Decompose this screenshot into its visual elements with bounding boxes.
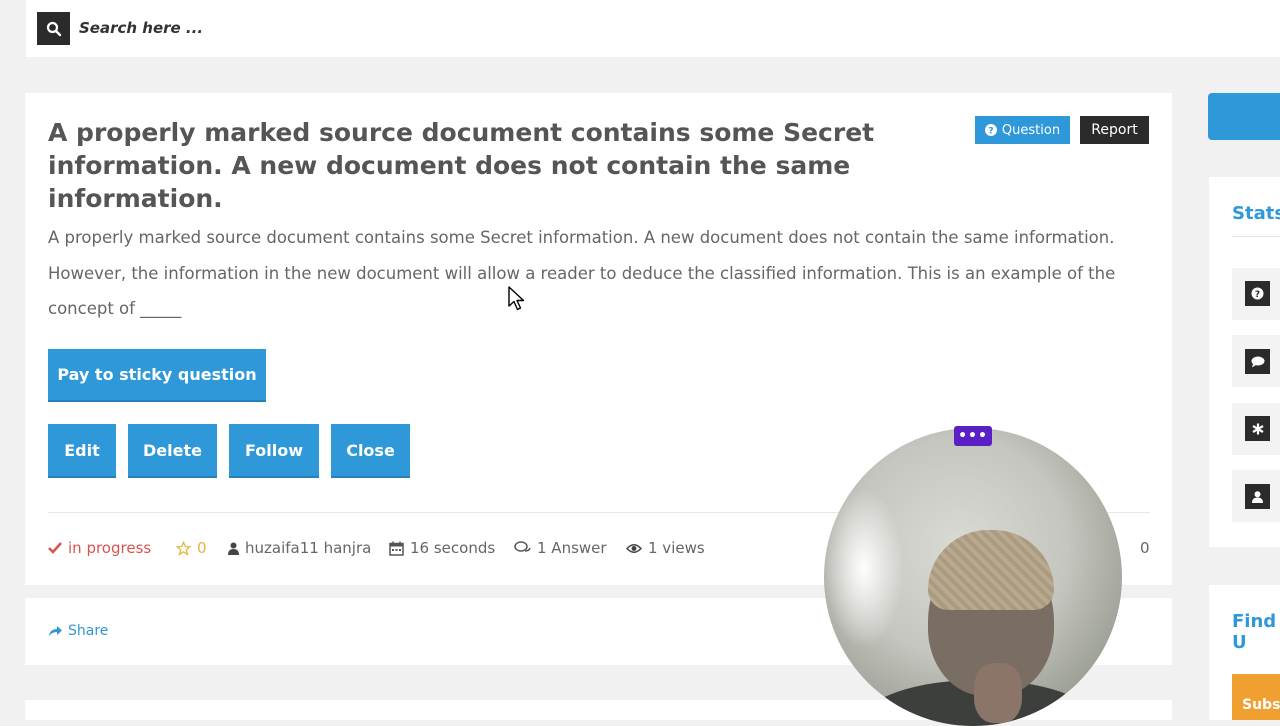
- question-icon: ?: [1245, 281, 1270, 306]
- answers-meta[interactable]: 1 Answer: [514, 538, 607, 558]
- asterisk-icon: [1245, 416, 1270, 441]
- share-label: Share: [68, 623, 109, 639]
- question-circle-icon: ?: [984, 124, 997, 137]
- views-label: 1 views: [648, 539, 705, 557]
- search-icon: [46, 21, 61, 36]
- time-label: 16 seconds: [410, 539, 496, 557]
- question-badge-label: Question: [1001, 122, 1061, 138]
- pay-to-sticky-button[interactable]: Pay to sticky question: [48, 349, 266, 400]
- webcam-menu-button[interactable]: •••: [954, 426, 992, 446]
- svg-text:?: ?: [1255, 290, 1260, 300]
- author-name: huzaifa11 hanjra: [245, 539, 372, 557]
- user-icon: [228, 542, 239, 555]
- svg-text:?: ?: [988, 127, 993, 137]
- close-button[interactable]: Close: [331, 424, 410, 476]
- question-badge[interactable]: ? Question: [975, 116, 1070, 144]
- search-button[interactable]: [37, 12, 70, 45]
- comment-icon: [1245, 349, 1270, 374]
- question-title: A properly marked source document contai…: [48, 118, 875, 213]
- edit-button[interactable]: Edit: [48, 424, 116, 476]
- stats-title: Stats: [1232, 203, 1280, 224]
- search-input[interactable]: Search here ...: [79, 19, 203, 37]
- stats-divider: [1232, 236, 1280, 237]
- vote-count: 0: [1140, 539, 1150, 557]
- find-us-title: Find U: [1232, 611, 1277, 653]
- webcam-person-hat: [928, 530, 1054, 610]
- comments-icon: [514, 541, 531, 552]
- share-icon: [49, 626, 62, 636]
- webcam-overlay: [824, 428, 1122, 726]
- search-bar: [26, 0, 1280, 57]
- calendar-icon: [389, 541, 404, 556]
- status-meta: in progress: [48, 538, 151, 558]
- status-label: in progress: [68, 539, 152, 557]
- delete-button[interactable]: Delete: [128, 424, 217, 476]
- webcam-person-hand: [974, 663, 1022, 723]
- time-meta: 16 seconds: [389, 538, 495, 558]
- views-meta: 1 views: [626, 538, 705, 558]
- user-icon: [1245, 484, 1270, 509]
- favorite-count: 0: [197, 539, 207, 557]
- report-button[interactable]: Report: [1080, 116, 1149, 144]
- check-icon: [48, 542, 62, 554]
- follow-button[interactable]: Follow: [229, 424, 319, 476]
- share-button[interactable]: Share: [48, 623, 108, 639]
- ask-question-button[interactable]: [1208, 93, 1280, 140]
- author-meta[interactable]: huzaifa11 hanjra: [228, 538, 371, 558]
- question-body: A properly marked source document contai…: [48, 228, 1116, 318]
- answers-label: 1 Answer: [537, 539, 607, 557]
- mouse-cursor-icon: [508, 286, 525, 311]
- webcam-glare: [824, 488, 904, 648]
- subscribe-button[interactable]: Subs: [1232, 674, 1280, 720]
- eye-icon: [626, 543, 642, 553]
- favorite-meta[interactable]: 0: [176, 538, 207, 558]
- star-icon: [176, 540, 191, 556]
